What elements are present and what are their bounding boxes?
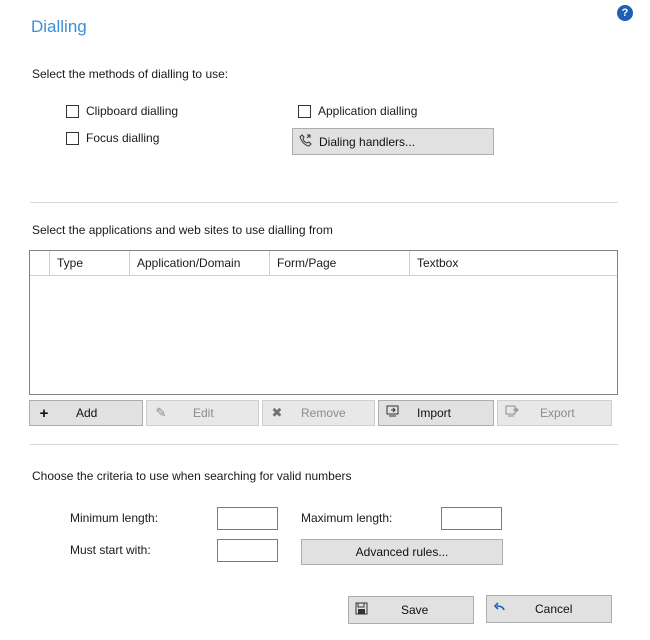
application-dialling-checkbox[interactable]: Application dialling <box>298 104 417 118</box>
dialog-title: Dialling <box>31 17 87 36</box>
min-length-input[interactable] <box>217 507 278 530</box>
export-label: Export <box>540 406 575 420</box>
column-header-textbox[interactable]: Textbox <box>410 251 617 275</box>
export-button[interactable]: Export <box>497 400 612 426</box>
edit-label: Edit <box>193 406 214 420</box>
help-icon[interactable]: ? <box>617 5 633 21</box>
save-button[interactable]: Save <box>348 596 474 624</box>
advanced-rules-label: Advanced rules... <box>355 545 449 559</box>
column-header-form-page[interactable]: Form/Page <box>270 251 410 275</box>
undo-icon <box>493 601 507 617</box>
import-icon <box>385 405 401 421</box>
save-icon <box>355 602 369 618</box>
criteria-heading: Choose the criteria to use when searchin… <box>32 469 352 483</box>
edit-button[interactable]: ✎ Edit <box>146 400 259 426</box>
applications-table[interactable]: Type Application/Domain Form/Page Textbo… <box>29 250 618 395</box>
checkbox-box[interactable] <box>298 104 311 118</box>
remove-button[interactable]: ✖ Remove <box>262 400 375 426</box>
max-length-label: Maximum length: <box>301 511 393 525</box>
must-start-label: Must start with: <box>70 543 151 557</box>
methods-heading: Select the methods of dialling to use: <box>32 67 229 81</box>
advanced-rules-button[interactable]: Advanced rules... <box>301 539 503 565</box>
dialing-handlers-label: Dialing handlers... <box>319 134 416 149</box>
checkbox-box[interactable] <box>66 104 79 118</box>
section-divider <box>30 444 618 445</box>
remove-icon: ✖ <box>271 405 283 420</box>
export-icon <box>504 405 520 421</box>
import-button[interactable]: Import <box>378 400 494 426</box>
max-length-input[interactable] <box>441 507 502 530</box>
plus-icon: + <box>39 404 49 422</box>
column-header-application-domain[interactable]: Application/Domain <box>130 251 270 275</box>
focus-dialling-checkbox[interactable]: Focus dialling <box>66 131 159 145</box>
add-button[interactable]: + Add <box>29 400 143 426</box>
application-dialling-label: Application dialling <box>318 104 418 118</box>
add-label: Add <box>76 406 98 420</box>
clipboard-dialling-label: Clipboard dialling <box>86 104 179 118</box>
cancel-label: Cancel <box>535 602 573 616</box>
section-divider <box>30 202 618 203</box>
row-selector-header <box>30 251 50 275</box>
phone-icon <box>299 133 313 150</box>
remove-label: Remove <box>301 406 346 420</box>
checkbox-box[interactable] <box>66 131 79 145</box>
clipboard-dialling-checkbox[interactable]: Clipboard dialling <box>66 104 178 118</box>
cancel-button[interactable]: Cancel <box>486 595 612 623</box>
column-header-type[interactable]: Type <box>50 251 130 275</box>
import-label: Import <box>417 406 452 420</box>
edit-icon: ✎ <box>155 405 167 420</box>
save-label: Save <box>401 603 429 617</box>
must-start-input[interactable] <box>217 539 278 562</box>
min-length-label: Minimum length: <box>70 511 159 525</box>
apps-heading: Select the applications and web sites to… <box>32 223 333 237</box>
table-header: Type Application/Domain Form/Page Textbo… <box>30 251 617 276</box>
dialing-handlers-button[interactable]: Dialing handlers... <box>292 128 494 155</box>
focus-dialling-label: Focus dialling <box>86 131 160 145</box>
